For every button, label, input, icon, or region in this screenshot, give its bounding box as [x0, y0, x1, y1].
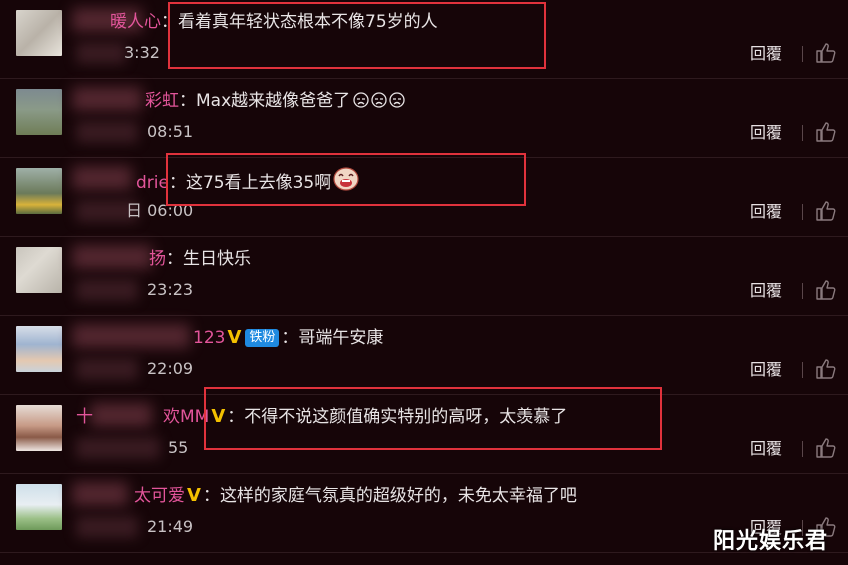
username[interactable]: 彩虹: [145, 91, 179, 111]
reply-button[interactable]: 回覆: [750, 359, 782, 381]
thumbs-up-icon[interactable]: [815, 279, 837, 305]
colon: ：: [281, 328, 299, 348]
comment-line: 扬：生日快乐: [149, 246, 251, 272]
reply-button[interactable]: 回覆: [750, 122, 782, 144]
thumbs-up-icon[interactable]: [815, 42, 837, 68]
divider: [802, 441, 803, 457]
comment-text: Max越来越像爸爸了: [196, 91, 351, 111]
time-mosaic: [76, 279, 138, 301]
highlight-box: [168, 2, 546, 69]
name-mosaic: [72, 166, 132, 190]
avatar[interactable]: [16, 168, 62, 214]
name-mosaic: [72, 245, 152, 269]
crying-face-emoji: [352, 91, 406, 117]
watermark: 阳光娱乐君: [713, 529, 829, 554]
colon: ：: [202, 486, 220, 506]
avatar[interactable]: [16, 405, 62, 451]
username[interactable]: 123: [193, 328, 225, 348]
timestamp: 55: [168, 438, 189, 457]
name-mosaic: [72, 482, 128, 506]
divider: [802, 204, 803, 220]
comment-text: 生日快乐: [183, 249, 251, 269]
highlight-box: [204, 387, 662, 450]
username[interactable]: 扬: [149, 249, 166, 269]
highlight-box: [166, 153, 526, 206]
name-mosaic: [72, 324, 190, 348]
timestamp: 3:32: [124, 43, 160, 62]
divider: [802, 46, 803, 62]
divider: [802, 125, 803, 141]
reply-button[interactable]: 回覆: [750, 201, 782, 223]
verified-badge: V: [187, 485, 201, 506]
time-mosaic: [76, 437, 160, 459]
avatar[interactable]: [16, 484, 62, 530]
time-mosaic: [76, 42, 126, 64]
avatar[interactable]: [16, 89, 62, 135]
reply-button[interactable]: 回覆: [750, 43, 782, 65]
avatar[interactable]: [16, 326, 62, 372]
comment-line: 彩虹：Max越来越像爸爸了: [145, 88, 406, 114]
comment-row: 123 V 铁粉 ：哥端午安康 22:09 回覆: [0, 316, 848, 395]
thumbs-up-icon[interactable]: [815, 358, 837, 384]
comment-text: 这样的家庭气氛真的超级好的，未免太幸福了吧: [219, 486, 577, 506]
colon: ：: [179, 91, 196, 111]
reply-button[interactable]: 回覆: [750, 280, 782, 302]
username[interactable]: drie: [136, 173, 169, 193]
thumbs-up-icon[interactable]: [815, 437, 837, 463]
username[interactable]: 太可爱: [134, 486, 185, 506]
timestamp: 23:23: [147, 280, 194, 299]
comment-line: 太可爱 V ：这样的家庭气氛真的超级好的，未免太幸福了吧: [134, 483, 577, 509]
username[interactable]: 欢MM: [163, 407, 209, 427]
comment-line: 123 V 铁粉 ：哥端午安康: [193, 325, 383, 351]
time-mosaic: [76, 121, 138, 143]
comment-text: 哥端午安康: [298, 328, 384, 348]
avatar[interactable]: [16, 10, 62, 56]
timestamp: 08:51: [147, 122, 194, 141]
comment-row: 扬：生日快乐 23:23 回覆: [0, 237, 848, 316]
verified-badge: V: [227, 327, 242, 348]
reply-button[interactable]: 回覆: [750, 438, 782, 460]
avatar[interactable]: [16, 247, 62, 293]
colon: ：: [166, 249, 183, 269]
name-mosaic: [72, 87, 142, 111]
time-mosaic: [76, 358, 138, 380]
comment-row: 彩虹：Max越来越像爸爸了 08:51 回覆: [0, 79, 848, 158]
divider: [802, 283, 803, 299]
thumbs-up-icon[interactable]: [815, 121, 837, 147]
username[interactable]: 暖人心: [110, 12, 161, 32]
fan-badge[interactable]: 铁粉: [245, 329, 280, 347]
timestamp: 22:09: [147, 359, 194, 378]
thumbs-up-icon[interactable]: [815, 200, 837, 226]
divider: [802, 362, 803, 378]
timestamp: 21:49: [147, 517, 194, 536]
username-prefix[interactable]: 十: [76, 407, 93, 427]
time-mosaic: [76, 516, 138, 538]
